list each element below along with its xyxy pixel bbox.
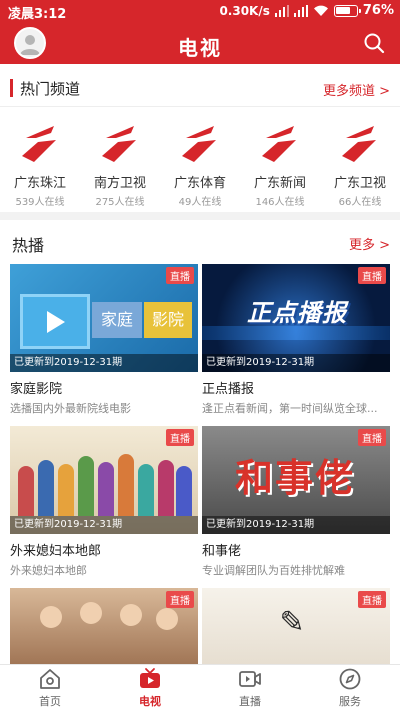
tv-play-icon: [140, 668, 160, 688]
channel-online-count: 539人在线: [15, 197, 65, 208]
program-title: 家庭影院: [10, 382, 63, 397]
channel-logo-icon: [182, 126, 216, 162]
signal-icon-2: [293, 4, 308, 17]
nav-item-tv[interactable]: 电视: [100, 667, 200, 711]
status-bar: 凌晨3:12 0.30K/s 76%: [0, 0, 400, 24]
nav-label: 直播: [239, 695, 261, 708]
hot-play-header: 热播 更多 >: [0, 230, 400, 256]
hot-play-title: 热播: [12, 236, 45, 255]
title-bar: 电视: [0, 24, 400, 64]
channel-name: 广东体育: [173, 176, 226, 191]
section-gap: [0, 212, 400, 220]
channel-name: 广东新闻: [253, 176, 306, 191]
live-badge: 直播: [166, 267, 194, 284]
status-time: 凌晨3:12: [8, 7, 67, 22]
channel-item[interactable]: 广东珠江 539人在线: [0, 120, 80, 210]
app-header: 凌晨3:12 0.30K/s 76% 电视: [0, 0, 400, 64]
program-description: 逢正点看新闻，第一时间纵览全球...: [202, 402, 378, 415]
channel-logo-icon: [102, 126, 136, 162]
signal-icon: [274, 4, 289, 17]
hot-channels-title: 热门频道: [20, 80, 81, 98]
program-thumbnail[interactable]: 家庭 影院 直播 已更新到2019-12-31期: [10, 264, 198, 372]
program-card[interactable]: ✎ 直播: [202, 588, 390, 664]
thumb-title-box-2: 影院: [144, 302, 192, 338]
nav-item-home[interactable]: 首页: [0, 667, 100, 711]
program-card[interactable]: 直播: [10, 588, 198, 664]
program-description: 外来媳妇本地郎: [10, 564, 87, 577]
section-accent-bar: [10, 79, 13, 97]
program-title: 外来媳妇本地郎: [10, 544, 102, 559]
page-title: 电视: [178, 36, 222, 60]
network-speed: 0.30K/s: [219, 3, 270, 18]
more-channels-link[interactable]: 更多频道 >: [323, 80, 390, 99]
live-video-icon: [239, 671, 261, 687]
update-info: 已更新到2019-12-31期: [10, 354, 198, 372]
live-badge: 直播: [166, 591, 194, 608]
channel-online-count: 146人在线: [255, 197, 305, 208]
nav-item-service[interactable]: 服务: [300, 667, 400, 711]
program-card[interactable]: 家庭 影院 直播 已更新到2019-12-31期 家庭影院 选播国内外最新院线电…: [10, 264, 198, 416]
status-indicators: 0.30K/s 76%: [219, 3, 394, 18]
program-description: 专业调解团队为百姓排忧解难: [202, 564, 345, 577]
program-title: 和事佬: [202, 544, 242, 559]
channel-item[interactable]: 广东体育 49人在线: [160, 120, 240, 210]
compass-icon: [339, 668, 361, 690]
update-info: 已更新到2019-12-31期: [202, 354, 390, 372]
update-info: 已更新到2019-12-31期: [202, 516, 390, 534]
film-icon: [20, 294, 90, 349]
program-card[interactable]: 直播 已更新到2019-12-31期 外来媳妇本地郎 外来媳妇本地郎: [10, 426, 198, 578]
program-thumbnail[interactable]: ✎ 直播: [202, 588, 390, 664]
program-thumbnail[interactable]: 直播: [10, 588, 198, 664]
bottom-nav: 首页 电视 直播 服务: [0, 664, 400, 711]
channel-online-count: 275人在线: [95, 197, 145, 208]
program-description: 选播国内外最新院线电影: [10, 402, 131, 415]
live-badge: 直播: [358, 591, 386, 608]
channel-logo-icon: [342, 126, 376, 162]
more-hot-play-link[interactable]: 更多 >: [349, 234, 390, 253]
live-badge: 直播: [358, 267, 386, 284]
channel-item[interactable]: 南方卫视 275人在线: [80, 120, 160, 210]
program-card[interactable]: 和事佬 直播 已更新到2019-12-31期 和事佬 专业调解团队为百姓排忧解难: [202, 426, 390, 578]
live-badge: 直播: [358, 429, 386, 446]
thumb-calligraphy-icon: ✎: [279, 605, 305, 640]
wifi-icon: [313, 5, 328, 16]
program-title: 正点播报: [202, 382, 255, 397]
search-icon: [364, 33, 385, 54]
channel-online-count: 49人在线: [178, 197, 222, 208]
channel-logo-icon: [22, 126, 56, 162]
hot-play-section: 热播 更多 > 家庭 影院 直播 已更新到2019-12-31期 家庭影院 选播…: [0, 220, 400, 664]
program-thumbnail[interactable]: 和事佬 直播 已更新到2019-12-31期: [202, 426, 390, 534]
battery-level: [335, 6, 350, 14]
nav-item-live[interactable]: 直播: [200, 667, 300, 711]
program-thumbnail[interactable]: 正点播报 直播 已更新到2019-12-31期: [202, 264, 390, 372]
program-card[interactable]: 正点播报 直播 已更新到2019-12-31期 正点播报 逢正点看新闻，第一时间…: [202, 264, 390, 416]
search-button[interactable]: [362, 31, 386, 55]
channel-item[interactable]: 广东新闻 146人在线: [240, 120, 320, 210]
channel-name: 南方卫视: [93, 176, 146, 191]
update-info: 已更新到2019-12-31期: [10, 516, 198, 534]
divider: [0, 106, 400, 107]
hot-channels-section: 热门频道 更多频道 > 广东珠江 539人在线 南方卫视 275人在线 广东体育…: [0, 64, 400, 212]
channel-list: 广东珠江 539人在线 南方卫视 275人在线 广东体育 49人在线 广东新闻 …: [0, 120, 400, 210]
thumb-logo-text: 和事佬: [234, 456, 355, 500]
channel-item[interactable]: 广东卫视 66人在线: [320, 120, 400, 210]
program-thumbnail[interactable]: 直播 已更新到2019-12-31期: [10, 426, 198, 534]
nav-label: 服务: [339, 695, 361, 708]
home-icon: [40, 669, 60, 689]
thumb-logo-text: 正点播报: [247, 299, 347, 327]
live-badge: 直播: [166, 429, 194, 446]
hot-channels-header: 热门频道 更多频道 >: [0, 76, 400, 100]
thumb-title-box-1: 家庭: [92, 302, 142, 338]
channel-online-count: 66人在线: [338, 197, 382, 208]
channel-logo-icon: [262, 126, 296, 162]
channel-name: 广东卫视: [333, 176, 386, 191]
battery-icon: [333, 4, 361, 17]
channel-name: 广东珠江: [13, 176, 66, 191]
nav-label: 首页: [39, 695, 61, 708]
battery-percent: 76%: [362, 3, 394, 18]
nav-label: 电视: [139, 695, 161, 708]
